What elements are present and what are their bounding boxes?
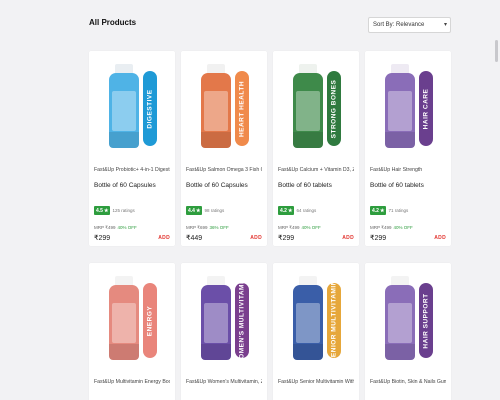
product-pack-size: Bottle of 60 tablets bbox=[370, 182, 424, 189]
product-name[interactable]: Fast&Up Multivitamin Energy Boost bbox=[94, 379, 170, 385]
product-pack-size: Bottle of 60 Capsules bbox=[186, 182, 248, 189]
price: ₹299 bbox=[94, 235, 111, 242]
benefit-tag: HAIR SUPPORT bbox=[419, 283, 433, 358]
rating-badge: 4.4 ★ bbox=[186, 206, 203, 215]
product-image[interactable]: SENIOR MULTIVITAMIN bbox=[273, 263, 359, 368]
bottle-image bbox=[293, 276, 323, 360]
sort-dropdown[interactable]: Sort By: Relevance ▾ bbox=[368, 17, 451, 33]
discount-label: 36% OFF bbox=[209, 225, 229, 230]
product-image[interactable]: HAIR CARE bbox=[365, 51, 451, 156]
product-pack-size: Bottle of 60 Capsules bbox=[94, 182, 156, 189]
rating-badge: 4.2 ★ bbox=[278, 206, 295, 215]
product-pack-size: Bottle of 60 tablets bbox=[278, 182, 332, 189]
benefit-tag: WOMEN'S MULTIVITAMIN bbox=[235, 276, 249, 365]
bottle-image bbox=[201, 276, 231, 360]
add-to-cart-button[interactable]: ADD bbox=[434, 235, 446, 241]
product-image[interactable]: WOMEN'S MULTIVITAMIN bbox=[181, 263, 267, 368]
product-image[interactable]: HAIR SUPPORT bbox=[365, 263, 451, 368]
product-name[interactable]: Fast&Up Calcium + Vitamin D3, Zinc bbox=[278, 167, 354, 173]
rating-count: 71 ratings bbox=[388, 208, 409, 213]
star-icon: ★ bbox=[379, 207, 385, 214]
mrp-line: MRP ₹699 36% OFF bbox=[186, 225, 229, 230]
discount-label: 40% OFF bbox=[301, 225, 321, 230]
product-card[interactable]: DIGESTIVE Fast&Up Probiotic+ 4-in-1 Dige… bbox=[89, 51, 175, 246]
product-name[interactable]: Fast&Up Women's Multivitamin, Zinc bbox=[186, 379, 262, 385]
scrollbar-thumb[interactable] bbox=[495, 40, 498, 62]
discount-label: 40% OFF bbox=[393, 225, 413, 230]
mrp-line: MRP ₹499 40% OFF bbox=[278, 225, 321, 230]
price: ₹299 bbox=[370, 235, 387, 242]
rating-badge: 4.2 ★ bbox=[370, 206, 387, 215]
rating: 4.2 ★ 64 ratings bbox=[278, 206, 316, 215]
add-to-cart-button[interactable]: ADD bbox=[342, 235, 354, 241]
price: ₹299 bbox=[278, 235, 295, 242]
benefit-tag: SENIOR MULTIVITAMIN bbox=[327, 280, 341, 361]
product-card[interactable]: HAIR SUPPORT Fast&Up Biotin, Skin & Nail… bbox=[365, 263, 451, 400]
product-name[interactable]: Fast&Up Salmon Omega 3 Fish Oil bbox=[186, 167, 262, 173]
product-card[interactable]: STRONG BONES Fast&Up Calcium + Vitamin D… bbox=[273, 51, 359, 246]
rating: 4.2 ★ 71 ratings bbox=[370, 206, 408, 215]
star-icon: ★ bbox=[287, 207, 293, 214]
bottle-image bbox=[385, 276, 415, 360]
star-icon: ★ bbox=[103, 207, 109, 214]
products-header: All Products Sort By: Relevance ▾ bbox=[89, 14, 451, 36]
mrp-line: MRP ₹499 40% OFF bbox=[94, 225, 137, 230]
benefit-tag: HEART HEALTH bbox=[235, 71, 249, 146]
product-image[interactable]: STRONG BONES bbox=[273, 51, 359, 156]
rating-count: 98 ratings bbox=[204, 208, 225, 213]
product-image[interactable]: HEART HEALTH bbox=[181, 51, 267, 156]
product-card[interactable]: HEART HEALTH Fast&Up Salmon Omega 3 Fish… bbox=[181, 51, 267, 246]
product-card[interactable]: ENERGY Fast&Up Multivitamin Energy Boost bbox=[89, 263, 175, 400]
product-name[interactable]: Fast&Up Probiotic+ 4-in-1 Digestive bbox=[94, 167, 170, 173]
rating-count: 64 ratings bbox=[296, 208, 317, 213]
benefit-tag: HAIR CARE bbox=[419, 71, 433, 146]
product-image[interactable]: ENERGY bbox=[89, 263, 175, 368]
add-to-cart-button[interactable]: ADD bbox=[250, 235, 262, 241]
mrp-line: MRP ₹499 40% OFF bbox=[370, 225, 413, 230]
discount-label: 40% OFF bbox=[117, 225, 137, 230]
rating-count: 125 ratings bbox=[112, 208, 135, 213]
product-image[interactable]: DIGESTIVE bbox=[89, 51, 175, 156]
chevron-down-icon: ▾ bbox=[443, 22, 447, 28]
benefit-tag: STRONG BONES bbox=[327, 71, 341, 146]
product-name[interactable]: Fast&Up Hair Strength bbox=[370, 167, 446, 173]
rating: 4.5 ★ 125 ratings bbox=[94, 206, 135, 215]
price: ₹449 bbox=[186, 235, 203, 242]
bottle-image bbox=[293, 64, 323, 148]
bottle-image bbox=[385, 64, 415, 148]
bottle-image bbox=[109, 64, 139, 148]
bottle-image bbox=[109, 276, 139, 360]
product-name[interactable]: Fast&Up Biotin, Skin & Nails Gummies bbox=[370, 379, 446, 385]
product-card[interactable]: SENIOR MULTIVITAMIN Fast&Up Senior Multi… bbox=[273, 263, 359, 400]
benefit-tag: ENERGY bbox=[143, 283, 157, 358]
rating: 4.4 ★ 98 ratings bbox=[186, 206, 224, 215]
benefit-tag: DIGESTIVE bbox=[143, 71, 157, 146]
sort-dropdown-label: Sort By: Relevance bbox=[373, 22, 425, 28]
bottle-image bbox=[201, 64, 231, 148]
add-to-cart-button[interactable]: ADD bbox=[158, 235, 170, 241]
product-card[interactable]: WOMEN'S MULTIVITAMIN Fast&Up Women's Mul… bbox=[181, 263, 267, 400]
product-card[interactable]: HAIR CARE Fast&Up Hair Strength Bottle o… bbox=[365, 51, 451, 246]
star-icon: ★ bbox=[195, 207, 201, 214]
product-name[interactable]: Fast&Up Senior Multivitamin With bbox=[278, 379, 354, 385]
page-title: All Products bbox=[89, 18, 137, 27]
rating-badge: 4.5 ★ bbox=[94, 206, 111, 215]
